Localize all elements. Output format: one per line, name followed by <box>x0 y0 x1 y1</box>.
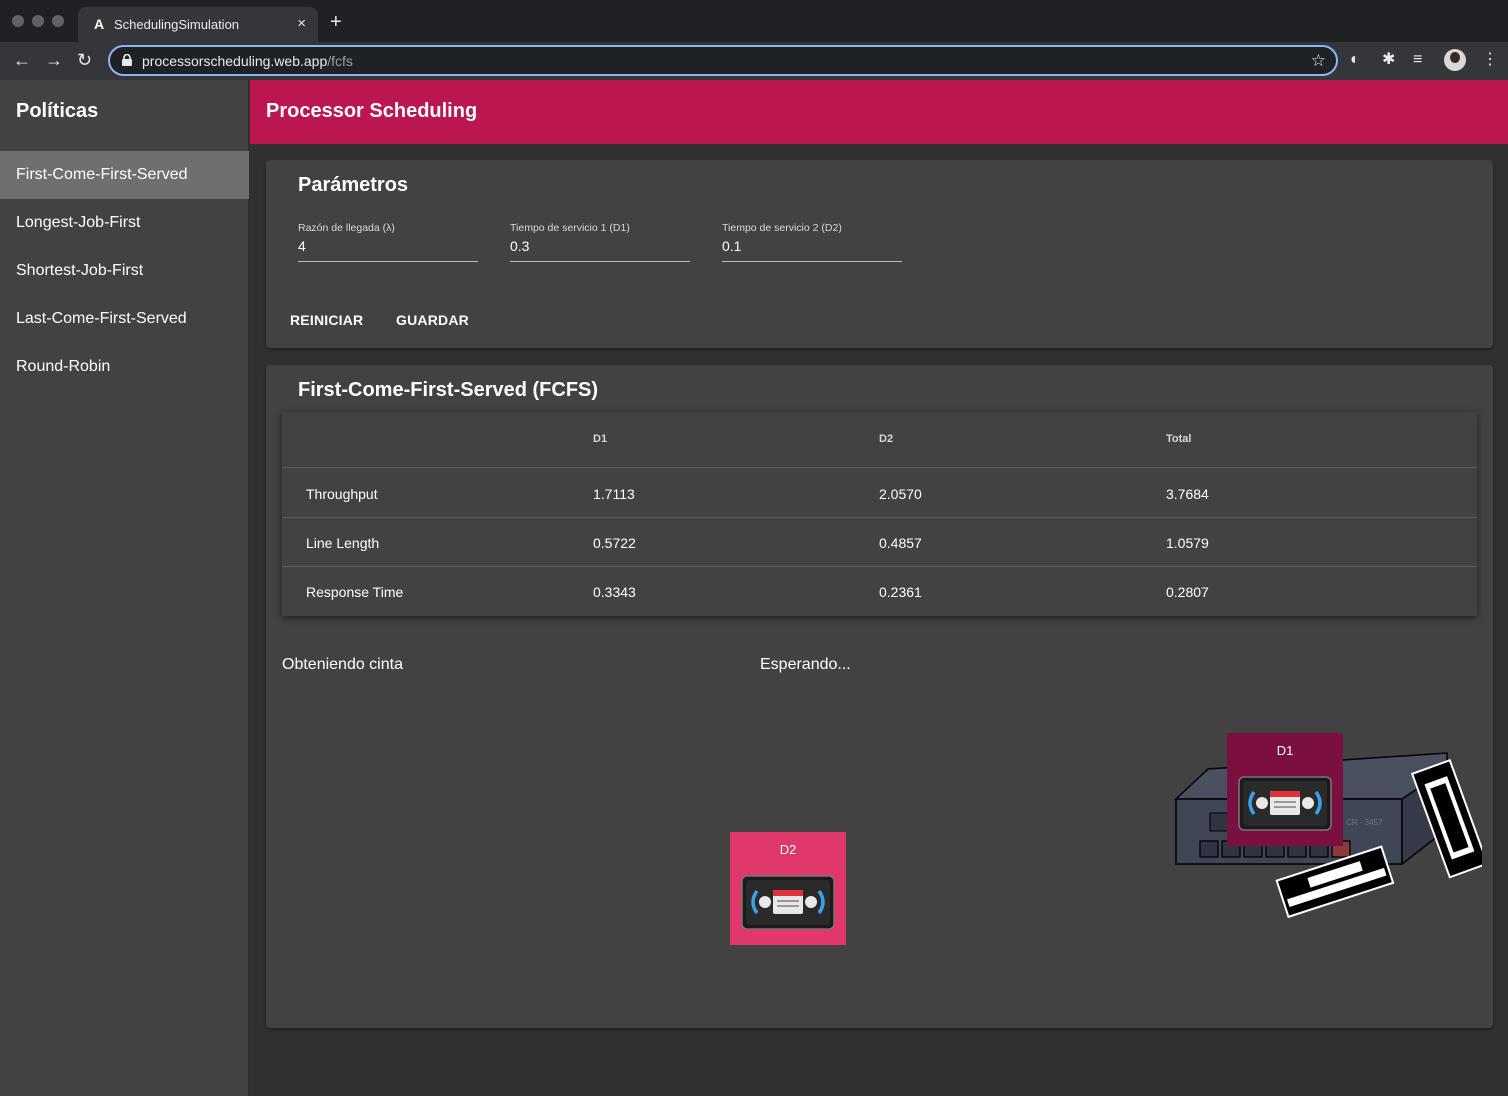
vcr-model-text: CR - 3457 <box>1346 818 1383 827</box>
d1-cell: 1.7113 <box>593 486 635 502</box>
reload-icon[interactable]: ↻ <box>77 50 92 70</box>
puzzle-extensions-icon[interactable]: ✱ <box>1382 50 1395 70</box>
extension-icon[interactable]: ◐ <box>1350 50 1360 70</box>
fcfs-card: First-Come-First-Served (FCFS) D1 D2 Tot… <box>266 365 1493 1028</box>
total-cell: 1.0579 <box>1166 535 1209 551</box>
service-time-d2-field: Tiempo de servicio 2 (D2) <box>722 222 902 262</box>
window-close-dot[interactable] <box>12 15 24 27</box>
new-tab-button[interactable]: + <box>330 12 342 32</box>
d1-cell: 0.5722 <box>593 535 636 551</box>
d1-cell: 0.3343 <box>593 584 636 600</box>
window-minimize-dot[interactable] <box>32 15 44 27</box>
forward-arrow-icon[interactable]: → <box>45 50 63 70</box>
window-zoom-dot[interactable] <box>52 15 64 27</box>
fcfs-title: First-Come-First-Served (FCFS) <box>298 379 599 401</box>
arrival-rate-label: Razón de llegada (λ) <box>298 222 395 234</box>
app-toolbar: Processor Scheduling <box>250 80 1508 144</box>
status-left: Obteniendo cinta <box>282 656 403 673</box>
service-time-d1-field: Tiempo de servicio 1 (D1) <box>510 222 690 262</box>
back-arrow-icon[interactable]: ← <box>13 50 31 70</box>
table-header-row: D1 D2 Total <box>282 412 1477 468</box>
browser-tabbar: A SchedulingSimulation × + <box>0 0 1508 42</box>
menu-kebab-icon[interactable]: ⋮ <box>1482 50 1498 70</box>
status-right: Esperando... <box>760 656 851 673</box>
reading-list-icon[interactable]: ≡ <box>1413 50 1422 70</box>
results-table: D1 D2 Total Throughput 1.7113 2.0570 3.7… <box>282 412 1477 616</box>
d2-cell: 0.2361 <box>879 584 922 600</box>
browser-toolbar: ← → ↻ processorscheduling.web.app/fcfs ☆… <box>0 42 1508 80</box>
column-header-total: Total <box>1166 433 1192 445</box>
table-row: Line Length 0.5722 0.4857 1.0579 <box>282 518 1477 567</box>
vhs-cassette-icon <box>1238 776 1332 831</box>
vhs-cassette-icon <box>741 875 835 930</box>
lock-icon <box>122 54 132 66</box>
metric-cell: Line Length <box>306 535 380 551</box>
sidebar-title: Políticas <box>16 100 99 122</box>
sidebar: Políticas First-Come-First-Served Longes… <box>0 80 249 1096</box>
tab-title: SchedulingSimulation <box>114 17 240 32</box>
d2-cell: 2.0570 <box>879 486 922 502</box>
reset-button[interactable]: REINICIAR <box>290 312 363 328</box>
table-row: Throughput 1.7113 2.0570 3.7684 <box>282 469 1477 518</box>
close-tab-icon[interactable]: × <box>297 15 306 32</box>
parameters-card: Parámetros Razón de llegada (λ) Tiempo d… <box>266 160 1493 348</box>
angular-favicon-icon: A <box>93 16 105 32</box>
column-header-d1: D1 <box>593 433 608 445</box>
sidebar-item-sjf[interactable]: Shortest-Job-First <box>0 247 249 295</box>
processor-d2: D2 <box>730 832 846 945</box>
policy-nav-list: First-Come-First-Served Longest-Job-Firs… <box>0 151 249 391</box>
profile-avatar[interactable] <box>1444 49 1466 71</box>
bookmark-star-icon[interactable]: ☆ <box>1311 51 1326 71</box>
sidebar-item-ljf[interactable]: Longest-Job-First <box>0 199 249 247</box>
url-domain: processorscheduling.web.app <box>142 53 328 69</box>
service-time-d1-label: Tiempo de servicio 1 (D1) <box>510 222 630 234</box>
service-time-d1-input[interactable] <box>510 238 688 254</box>
total-cell: 3.7684 <box>1166 486 1209 502</box>
d2-cell: 0.4857 <box>879 535 922 551</box>
metric-cell: Response Time <box>306 584 404 600</box>
processor-d2-label: D2 <box>779 842 797 857</box>
metric-cell: Throughput <box>306 486 378 502</box>
url-path: /fcfs <box>327 53 353 69</box>
url-text: processorscheduling.web.app/fcfs <box>142 53 353 69</box>
service-time-d2-label: Tiempo de servicio 2 (D2) <box>722 222 842 234</box>
arrival-rate-field: Razón de llegada (λ) <box>298 222 478 262</box>
sidebar-item-lcfs[interactable]: Last-Come-First-Served <box>0 295 249 343</box>
processor-d1-label: D1 <box>1276 743 1294 758</box>
processor-d1: D1 <box>1227 733 1343 846</box>
parameters-title: Parámetros <box>298 174 409 196</box>
sidebar-item-round-robin[interactable]: Round-Robin <box>0 343 249 391</box>
save-button[interactable]: GUARDAR <box>396 312 469 328</box>
arrival-rate-input[interactable] <box>298 238 476 254</box>
sidebar-item-fcfs[interactable]: First-Come-First-Served <box>0 151 249 199</box>
column-header-d2: D2 <box>879 433 894 445</box>
app-title: Processor Scheduling <box>266 100 478 122</box>
total-cell: 0.2807 <box>1166 584 1209 600</box>
browser-tab[interactable]: A SchedulingSimulation × <box>78 7 318 42</box>
table-row: Response Time 0.3343 0.2361 0.2807 <box>282 567 1477 616</box>
address-bar[interactable]: processorscheduling.web.app/fcfs ☆ <box>108 45 1338 76</box>
service-time-d2-input[interactable] <box>722 238 900 254</box>
